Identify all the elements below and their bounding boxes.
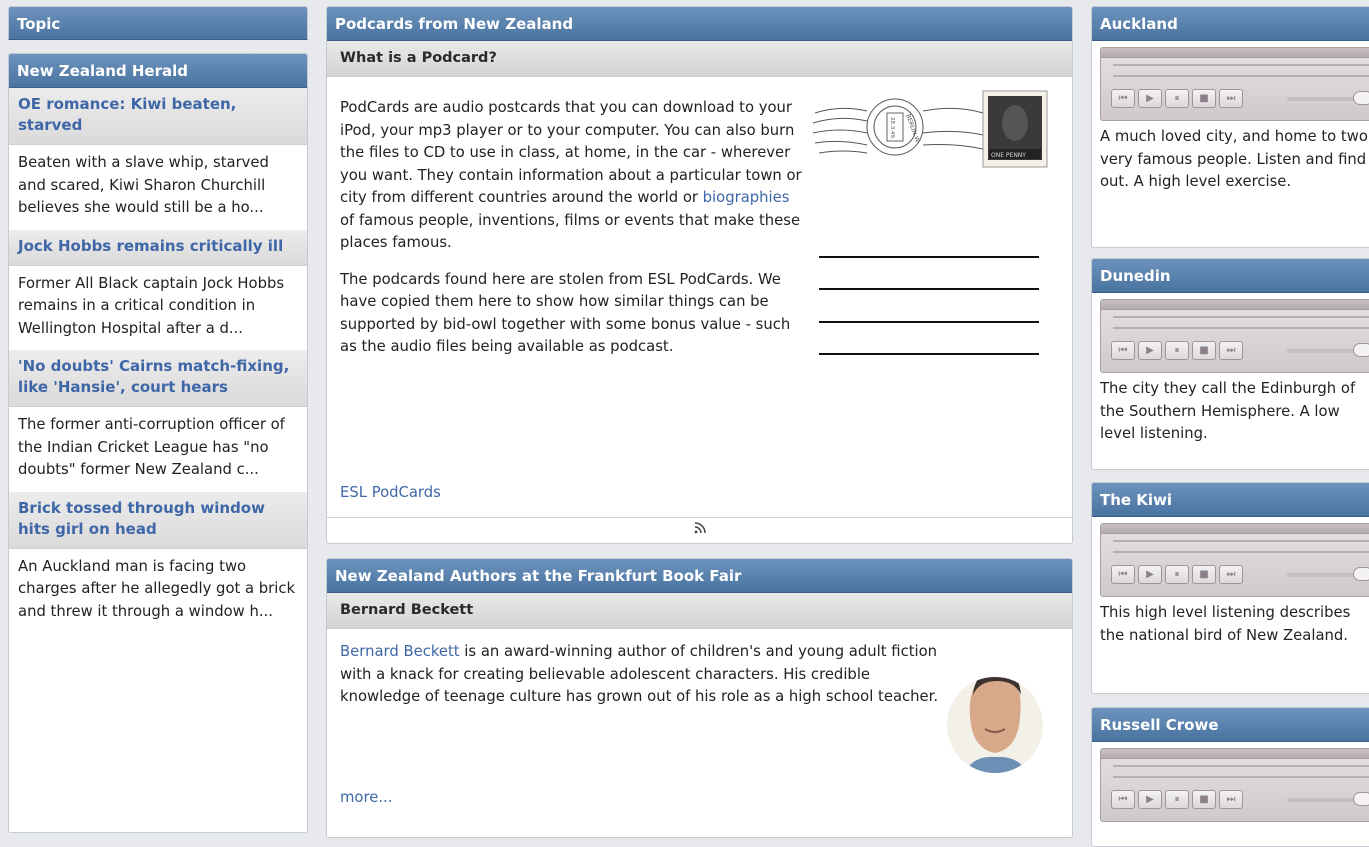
news-item-text: An Auckland man is facing two charges af… xyxy=(18,557,296,620)
volume-slider[interactable] xyxy=(1287,349,1359,353)
play-icon[interactable]: ▶ xyxy=(1138,790,1162,809)
postmark-date: 28.3.49. xyxy=(889,117,895,140)
audio-player: ⏮ ▶ ⏸ ■ ⏭ xyxy=(1100,299,1369,373)
podcards-panel: Podcards from New Zealand What is a Podc… xyxy=(326,6,1073,544)
volume-knob[interactable] xyxy=(1353,343,1369,357)
volume-knob[interactable] xyxy=(1353,567,1369,581)
postmark xyxy=(812,98,984,156)
postcard-illustration: BERLIN W 28.3.49. ONE PENNY xyxy=(812,90,1048,355)
audio-player: ⏮ ▶ ⏸ ■ ⏭ xyxy=(1100,47,1369,121)
biographies-link[interactable]: biographies xyxy=(703,189,790,206)
volume-slider[interactable] xyxy=(1287,97,1359,101)
city-title: The Kiwi xyxy=(1092,483,1369,517)
city-card-auckland: Auckland ⏮ ▶ ⏸ ■ ⏭ A much loved city, an… xyxy=(1091,6,1369,248)
news-item: Brick tossed through window hits girl on… xyxy=(9,491,307,634)
news-item-text: Beaten with a slave whip, starved and sc… xyxy=(18,154,269,216)
volume-slider[interactable] xyxy=(1287,798,1359,802)
news-item-text: The former anti-corruption officer of th… xyxy=(18,416,285,478)
skip-forward-icon[interactable]: ⏭ xyxy=(1219,89,1243,108)
podcards-paragraph-1: PodCards are audio postcards that you ca… xyxy=(340,99,802,251)
city-card-russell-crowe: Russell Crowe ⏮ ▶ ⏸ ■ ⏭ xyxy=(1091,707,1369,847)
skip-back-icon[interactable]: ⏮ xyxy=(1111,565,1135,584)
news-item: Jock Hobbs remains critically ill Former… xyxy=(9,229,307,351)
authors-panel: New Zealand Authors at the Frankfurt Boo… xyxy=(326,558,1073,838)
podcards-header: Podcards from New Zealand xyxy=(327,7,1072,41)
pause-icon[interactable]: ⏸ xyxy=(1165,565,1189,584)
author-description: Bernard Beckett is an award-winning auth… xyxy=(340,643,939,705)
esl-podcards-link[interactable]: ESL PodCards xyxy=(340,482,441,505)
topic-title: Topic xyxy=(17,15,61,33)
audio-player: ⏮ ▶ ⏸ ■ ⏭ xyxy=(1100,748,1369,822)
news-item-title[interactable]: Brick tossed through window hits girl on… xyxy=(9,491,307,549)
stop-icon[interactable]: ■ xyxy=(1192,341,1216,360)
skip-forward-icon[interactable]: ⏭ xyxy=(1219,565,1243,584)
news-item-title[interactable]: Jock Hobbs remains critically ill xyxy=(9,229,307,266)
city-card-dunedin: Dunedin ⏮ ▶ ⏸ ■ ⏭ The city they call the… xyxy=(1091,258,1369,470)
city-description: A much loved city, and home to two very … xyxy=(1100,128,1368,190)
city-description: This high level listening describes the … xyxy=(1100,604,1351,644)
stop-icon[interactable]: ■ xyxy=(1192,790,1216,809)
stop-icon[interactable]: ■ xyxy=(1192,89,1216,108)
podcards-subtitle: What is a Podcard? xyxy=(327,41,1072,77)
more-link[interactable]: more... xyxy=(340,787,392,810)
volume-knob[interactable] xyxy=(1353,91,1369,105)
city-title: Auckland xyxy=(1092,7,1369,41)
rss-bar xyxy=(327,517,1072,543)
play-icon[interactable]: ▶ xyxy=(1138,341,1162,360)
skip-forward-icon[interactable]: ⏭ xyxy=(1219,790,1243,809)
news-header: New Zealand Herald xyxy=(9,54,307,88)
news-item: OE romance: Kiwi beaten, starved Beaten … xyxy=(9,88,307,230)
pause-icon[interactable]: ⏸ xyxy=(1165,341,1189,360)
skip-back-icon[interactable]: ⏮ xyxy=(1111,341,1135,360)
audio-player: ⏮ ▶ ⏸ ■ ⏭ xyxy=(1100,523,1369,597)
topic-header: Topic xyxy=(8,6,308,40)
play-icon[interactable]: ▶ xyxy=(1138,89,1162,108)
skip-back-icon[interactable]: ⏮ xyxy=(1111,89,1135,108)
city-title: Dunedin xyxy=(1092,259,1369,293)
authors-header: New Zealand Authors at the Frankfurt Boo… xyxy=(327,559,1072,593)
rss-icon[interactable] xyxy=(694,522,706,538)
podcards-paragraph-2: The podcards found here are stolen from … xyxy=(340,270,791,356)
author-photo xyxy=(947,677,1043,773)
stop-icon[interactable]: ■ xyxy=(1192,565,1216,584)
author-link[interactable]: Bernard Beckett xyxy=(340,643,460,660)
news-item-title[interactable]: OE romance: Kiwi beaten, starved xyxy=(9,88,307,145)
play-icon[interactable]: ▶ xyxy=(1138,565,1162,584)
volume-slider[interactable] xyxy=(1287,573,1359,577)
volume-knob[interactable] xyxy=(1353,792,1369,806)
news-panel: New Zealand Herald OE romance: Kiwi beat… xyxy=(8,53,308,833)
news-item-text: Former All Black captain Jock Hobbs rema… xyxy=(18,274,285,337)
city-card-the-kiwi: The Kiwi ⏮ ▶ ⏸ ■ ⏭ This high level liste… xyxy=(1091,482,1369,694)
city-description: The city they call the Edinburgh of the … xyxy=(1100,380,1356,442)
skip-back-icon[interactable]: ⏮ xyxy=(1111,790,1135,809)
podcards-description: PodCards are audio postcards that you ca… xyxy=(340,97,802,373)
news-item-title[interactable]: 'No doubts' Cairns match-fixing, like 'H… xyxy=(9,350,307,407)
skip-forward-icon[interactable]: ⏭ xyxy=(1219,341,1243,360)
pause-icon[interactable]: ⏸ xyxy=(1165,89,1189,108)
news-item: 'No doubts' Cairns match-fixing, like 'H… xyxy=(9,350,307,492)
city-title: Russell Crowe xyxy=(1092,708,1369,742)
pause-icon[interactable]: ⏸ xyxy=(1165,790,1189,809)
stamp-value-text: ONE PENNY xyxy=(991,152,1026,159)
